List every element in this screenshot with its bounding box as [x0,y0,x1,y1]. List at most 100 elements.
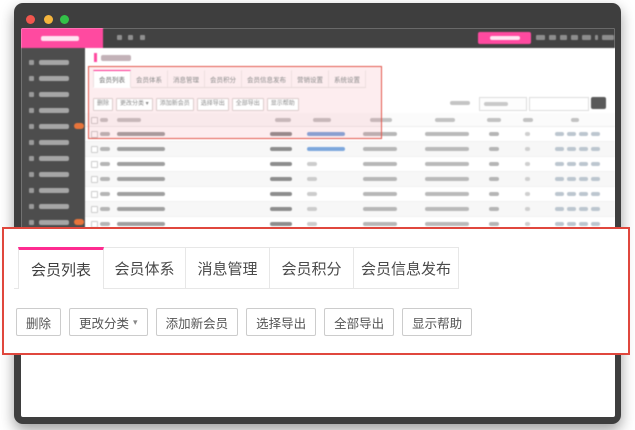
row-action-link[interactable] [555,147,564,151]
top-menu-item[interactable] [571,35,578,40]
row-action-link[interactable] [591,192,600,196]
toolbar-button-选择导出[interactable]: 选择导出 [246,308,316,336]
sidebar-item[interactable] [29,201,69,211]
row-action-link[interactable] [579,222,588,226]
search-filter-select[interactable] [479,97,527,111]
row-action-link[interactable] [579,207,588,211]
member-contact-bar[interactable] [307,147,345,151]
home-icon[interactable] [117,35,122,40]
top-menu-item[interactable] [602,35,614,40]
toolbar-button-全部导出[interactable]: 全部导出 [324,308,394,336]
member-name-link-bar[interactable] [117,147,165,151]
browser-viewport: 会员列表会员体系消息管理会员积分会员信息发布营销设置系统设置 删除更改分类 ▾添… [21,28,615,417]
row-action-link[interactable] [591,147,600,151]
row-action-link[interactable] [555,207,564,211]
row-action-link[interactable] [591,222,600,226]
row-action-link[interactable] [567,177,576,181]
tab-消息管理[interactable]: 消息管理 [168,70,205,87]
row-checkbox[interactable] [91,176,98,183]
row-action-link[interactable] [567,222,576,226]
member-name-link-bar[interactable] [117,192,165,196]
sidebar-item[interactable] [29,121,84,131]
row-action-link[interactable] [579,162,588,166]
row-action-link[interactable] [567,132,576,136]
toolbar-button-选择导出[interactable]: 选择导出 [197,98,229,111]
tab-会员体系[interactable]: 会员体系 [104,247,186,289]
sidebar-item-icon [29,76,34,81]
member-name-link-bar[interactable] [117,207,165,211]
row-action-link[interactable] [567,147,576,151]
admin-primary-button[interactable] [478,32,531,44]
sidebar-item[interactable] [29,169,69,179]
member-name-link-bar[interactable] [117,162,165,166]
row-checkbox[interactable] [91,146,98,153]
tab-会员积分[interactable]: 会员积分 [270,247,354,289]
toolbar-button-更改分类[interactable]: 更改分类▾ [69,308,148,336]
top-menu-item[interactable] [582,35,591,40]
toolbar-button-显示帮助[interactable]: 显示帮助 [402,308,472,336]
tab-消息管理[interactable]: 消息管理 [186,247,270,289]
row-checkbox[interactable] [91,161,98,168]
toolbar-button-添加新会员[interactable]: 添加新会员 [156,308,239,336]
top-menu-item[interactable] [536,35,545,40]
top-menu-item[interactable] [549,35,556,40]
row-action-link[interactable] [579,192,588,196]
row-action-link[interactable] [591,132,600,136]
menu-icon[interactable] [140,35,145,40]
sidebar-item[interactable] [29,185,69,195]
tab-会员列表[interactable]: 会员列表 [93,70,131,88]
sidebar-item[interactable] [29,73,69,83]
row-action-link[interactable] [579,177,588,181]
admin-logo[interactable] [21,28,103,48]
search-input[interactable] [529,97,589,111]
search-button[interactable] [591,97,606,109]
tab-会员信息发布[interactable]: 会员信息发布 [242,70,292,87]
top-menu-item[interactable] [560,35,567,40]
row-checkbox[interactable] [91,191,98,198]
sidebar-item[interactable] [29,105,69,115]
member-name-link-bar[interactable] [117,177,165,181]
row-action-link[interactable] [591,177,600,181]
tab-会员积分[interactable]: 会员积分 [205,70,242,87]
browser-titlebar [14,3,621,28]
sidebar-item[interactable] [29,153,69,163]
button-label: 显示帮助 [412,313,462,332]
row-action-link[interactable] [555,162,564,166]
row-action-link[interactable] [579,132,588,136]
close-window-button[interactable] [26,15,35,24]
member-name-link-bar[interactable] [117,222,165,226]
toolbar-button-更改分类[interactable]: 更改分类 ▾ [116,98,153,111]
sidebar-item[interactable] [29,57,69,67]
row-action-link[interactable] [591,162,600,166]
row-action-link[interactable] [567,207,576,211]
tab-会员列表[interactable]: 会员列表 [18,247,104,289]
row-action-link[interactable] [555,192,564,196]
row-action-link[interactable] [591,207,600,211]
button-label: 删除 [26,313,51,332]
toolbar-button-删除[interactable]: 删除 [16,308,61,336]
toolbar-button-添加新会员[interactable]: 添加新会员 [156,98,194,111]
zoom-window-button[interactable] [60,15,69,24]
toolbar-button-删除[interactable]: 删除 [93,98,113,111]
minimize-window-button[interactable] [44,15,53,24]
refresh-icon[interactable] [128,35,133,40]
row-action-link[interactable] [555,177,564,181]
tab-营销设置[interactable]: 营销设置 [292,70,329,87]
tab-系统设置[interactable]: 系统设置 [329,70,366,87]
toolbar-button-全部导出[interactable]: 全部导出 [232,98,264,111]
row-action-link[interactable] [567,162,576,166]
sidebar-item[interactable] [29,137,69,147]
member-email-bar [425,207,469,211]
row-action-link[interactable] [555,222,564,226]
member-email-bar [425,177,469,181]
toolbar-button-显示帮助[interactable]: 显示帮助 [267,98,299,111]
tab-会员信息发布[interactable]: 会员信息发布 [354,247,459,289]
top-menu-item[interactable] [595,35,598,40]
row-checkbox[interactable] [91,206,98,213]
row-action-link[interactable] [555,132,564,136]
sidebar-item[interactable] [29,217,84,227]
row-action-link[interactable] [579,147,588,151]
row-action-link[interactable] [567,192,576,196]
tab-会员体系[interactable]: 会员体系 [131,70,168,87]
sidebar-item[interactable] [29,89,69,99]
